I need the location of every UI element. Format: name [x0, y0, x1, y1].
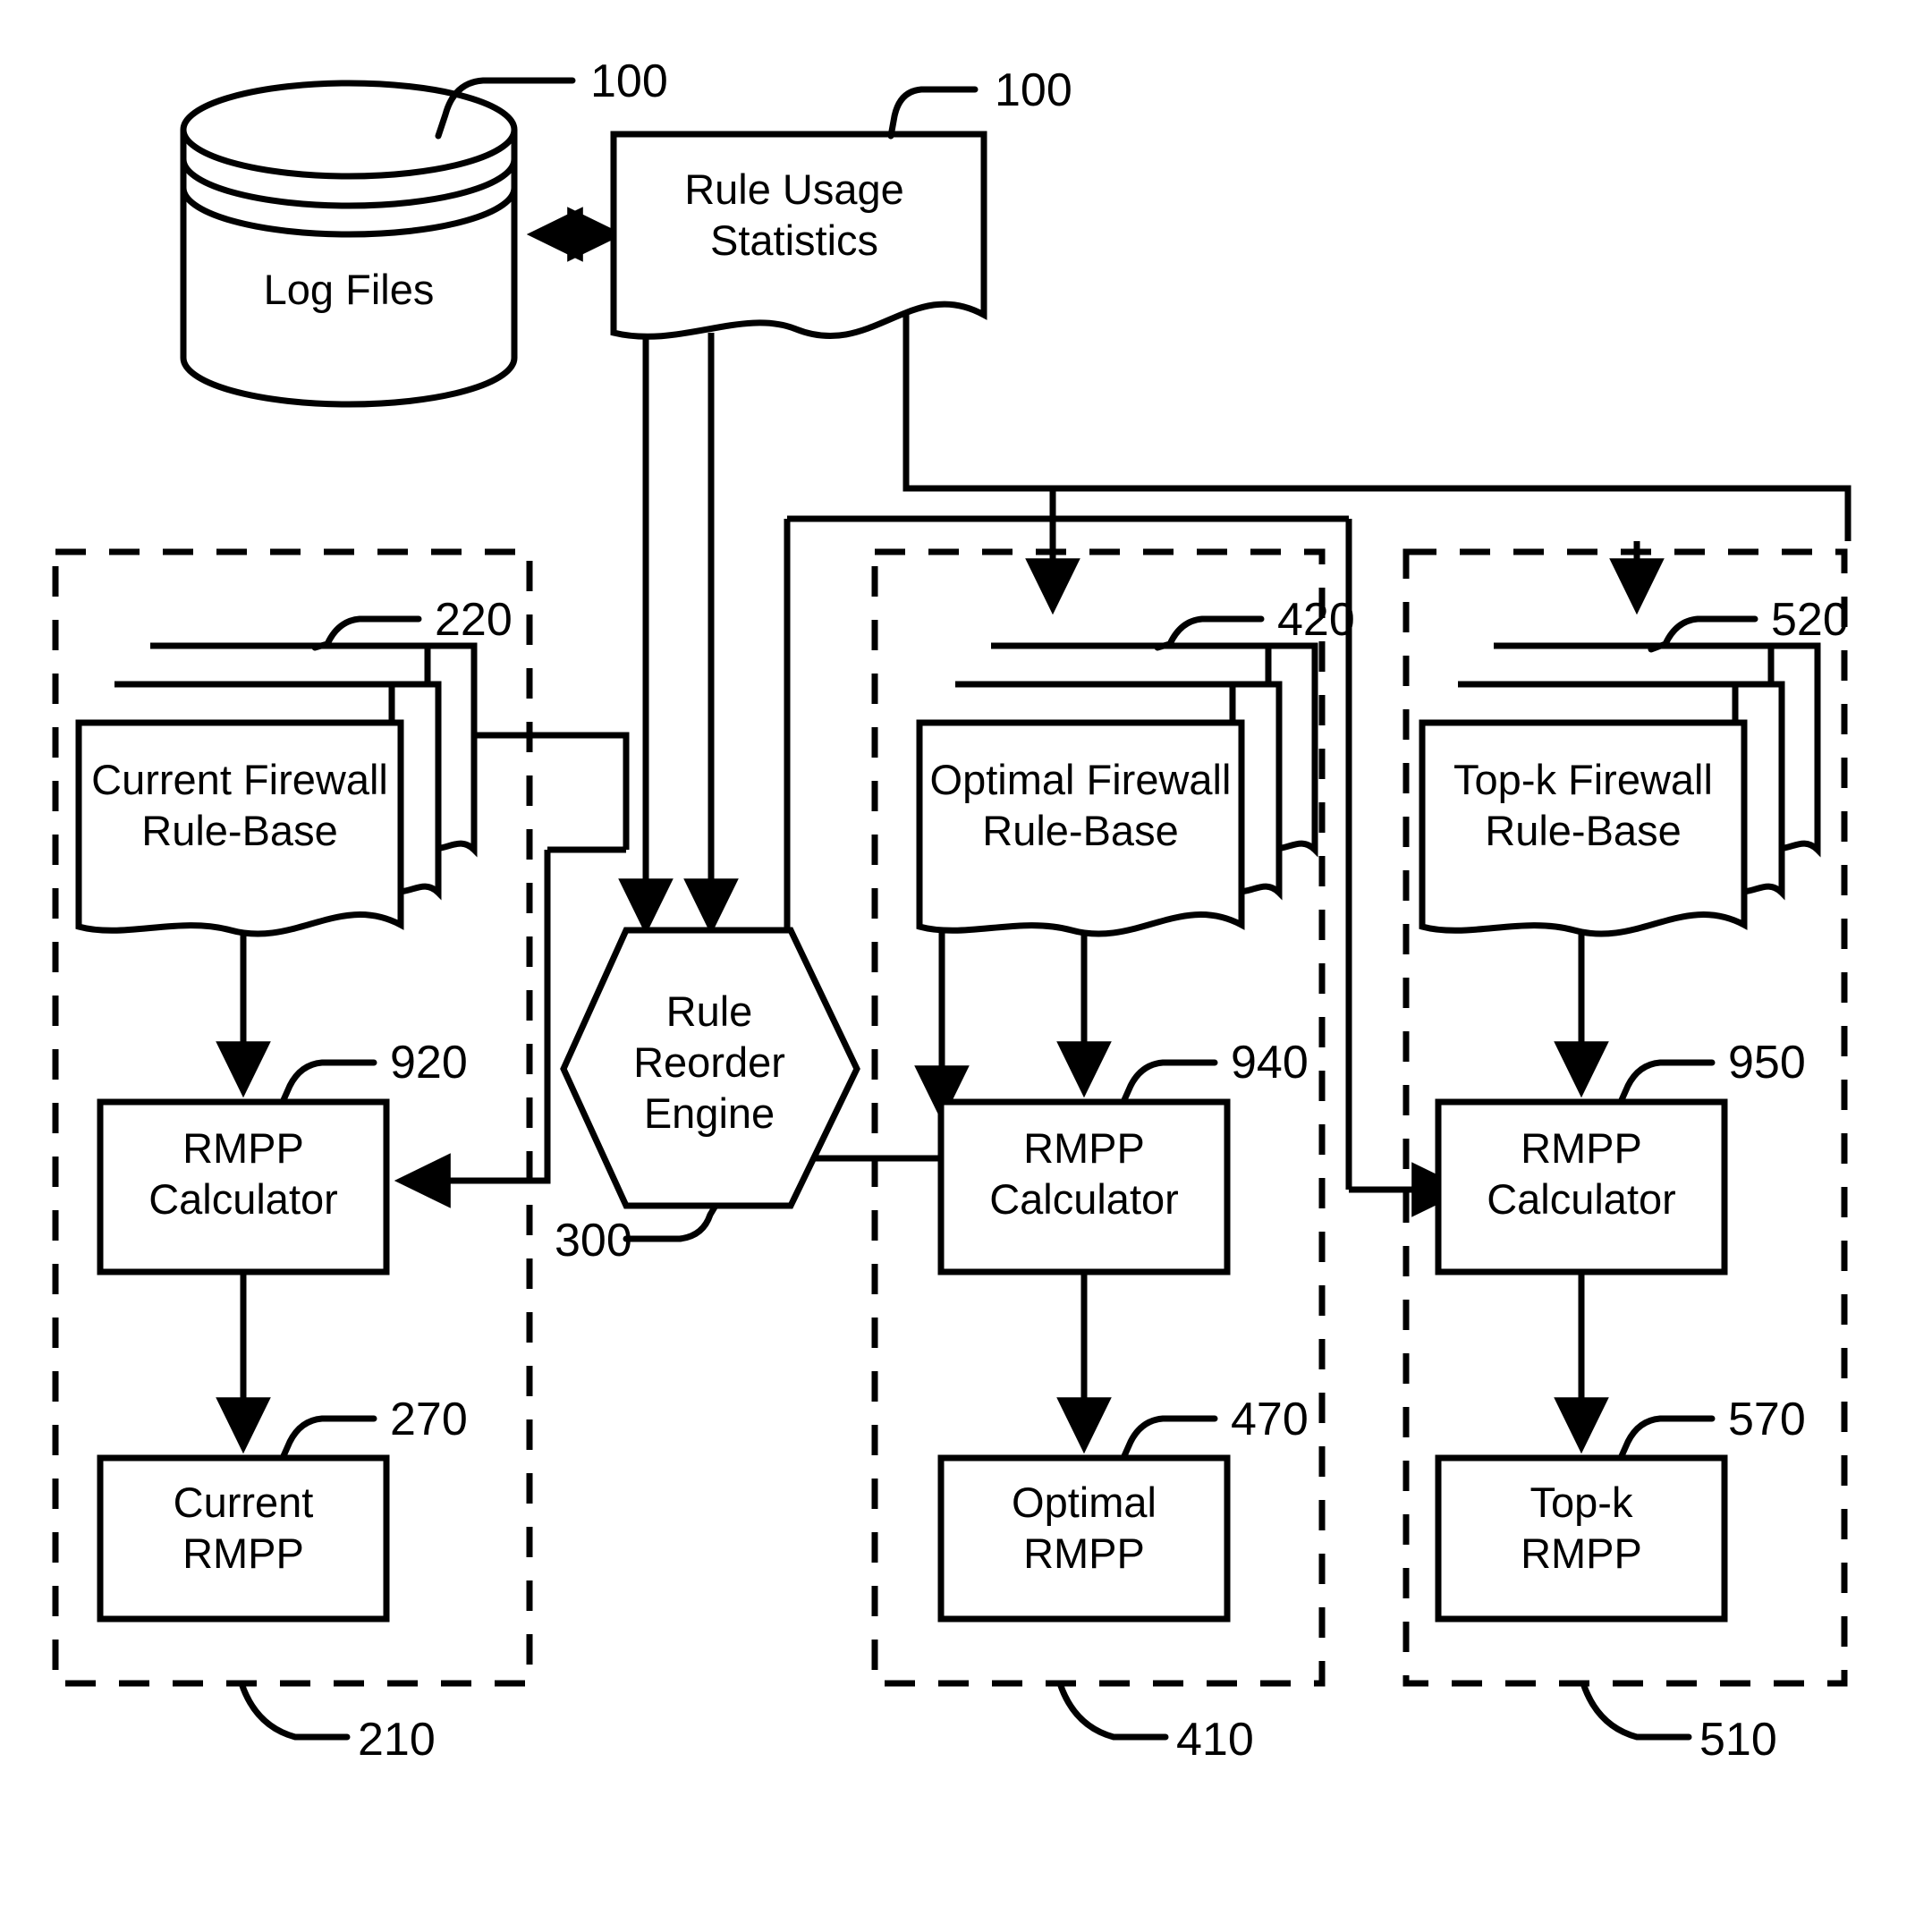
ref-number-220: 220 — [435, 594, 513, 646]
ref-number-100-logfiles: 100 — [590, 55, 668, 107]
ref-leader-300 — [623, 1202, 719, 1242]
ref-number-300: 300 — [555, 1215, 632, 1267]
ref-number-210: 210 — [358, 1714, 436, 1766]
current-rmpp-label-line1: Current — [174, 1479, 314, 1526]
topk-rmpp-calculator-label-line1: RMPP — [1521, 1124, 1642, 1172]
ref-leader-510 — [1580, 1680, 1692, 1741]
ref-leader-920 — [279, 1059, 377, 1106]
ref-leader-410 — [1056, 1680, 1169, 1741]
patent-figure: Log Files 100 Rule Usage Statistics 100 … — [0, 0, 1932, 1915]
rule-reorder-engine-label-line2: Reorder — [633, 1038, 785, 1086]
ref-number-520: 520 — [1771, 594, 1849, 646]
optimal-rmpp-label-line2: RMPP — [1023, 1529, 1145, 1577]
ref-number-940: 940 — [1231, 1037, 1309, 1089]
ref-number-920: 920 — [390, 1037, 468, 1089]
ref-number-270: 270 — [390, 1394, 468, 1445]
diagram-canvas: Log Files 100 Rule Usage Statistics 100 … — [52, 55, 1852, 1766]
optimal-rmpp-calculator-label-line2: Calculator — [989, 1175, 1179, 1223]
current-rmpp-label-line2: RMPP — [182, 1529, 304, 1577]
node-optimal-rmpp: Optimal RMPP — [937, 1454, 1231, 1623]
ref-leader-950 — [1617, 1059, 1716, 1106]
node-rule-usage-statistics: Rule Usage Statistics — [610, 131, 987, 340]
node-optimal-rule-base: Optimal Firewall Rule-Base — [916, 642, 1318, 937]
current-rule-base-label-line2: Rule-Base — [141, 807, 337, 854]
ref-number-420: 420 — [1277, 594, 1355, 646]
node-topk-rmpp-calculator: RMPP Calculator — [1435, 1098, 1728, 1275]
optimal-rule-base-label-line2: Rule-Base — [982, 807, 1178, 854]
log-files-label: Log Files — [264, 266, 435, 313]
ref-leader-570 — [1617, 1415, 1716, 1462]
rule-reorder-engine-label-line3: Engine — [644, 1089, 775, 1137]
node-rule-reorder-engine: Rule Reorder Engine — [560, 927, 860, 1209]
topk-rmpp-calculator-label-line2: Calculator — [1487, 1175, 1676, 1223]
current-rmpp-calculator-label-line2: Calculator — [148, 1175, 338, 1223]
ref-number-470: 470 — [1231, 1394, 1309, 1445]
edge-current-rulebase-to-reorder-a — [465, 732, 630, 850]
ref-leader-270 — [279, 1415, 377, 1462]
node-optimal-rmpp-calculator: RMPP Calculator — [937, 1098, 1231, 1275]
ref-number-100-statistics: 100 — [995, 64, 1072, 116]
ref-number-570: 570 — [1728, 1394, 1806, 1445]
rule-usage-statistics-label-line1: Rule Usage — [684, 165, 904, 213]
node-topk-rmpp: Top-k RMPP — [1435, 1454, 1728, 1623]
ref-leader-100-statistics — [887, 86, 979, 140]
ref-leader-210 — [238, 1680, 351, 1741]
edge-statistics-bus-right — [902, 310, 1852, 541]
node-topk-rule-base: Top-k Firewall Rule-Base — [1419, 642, 1821, 937]
ref-leader-470 — [1120, 1415, 1218, 1462]
topk-rmpp-label-line1: Top-k — [1530, 1479, 1633, 1526]
optimal-rmpp-label-line1: Optimal — [1012, 1479, 1157, 1526]
ref-leader-940 — [1120, 1059, 1218, 1106]
ref-number-950: 950 — [1728, 1037, 1806, 1089]
ref-number-510: 510 — [1699, 1714, 1777, 1766]
rule-reorder-engine-label-line1: Rule — [666, 987, 753, 1035]
node-current-rmpp-calculator: RMPP Calculator — [97, 1098, 390, 1275]
topk-rmpp-label-line2: RMPP — [1521, 1529, 1642, 1577]
optimal-rmpp-calculator-label-line1: RMPP — [1023, 1124, 1145, 1172]
ref-number-410: 410 — [1176, 1714, 1254, 1766]
edge-reorder-to-current-calculator — [394, 850, 551, 1208]
node-current-rule-base: Current Firewall Rule-Base — [75, 642, 478, 937]
current-rmpp-calculator-label-line1: RMPP — [182, 1124, 304, 1172]
node-log-files: Log Files — [180, 80, 518, 408]
optimal-rule-base-label-line1: Optimal Firewall — [930, 756, 1232, 803]
rule-usage-statistics-label-line2: Statistics — [710, 216, 878, 264]
current-rule-base-label-line1: Current Firewall — [91, 756, 388, 803]
topk-rule-base-label-line1: Top-k Firewall — [1453, 756, 1713, 803]
topk-rule-base-label-line2: Rule-Base — [1485, 807, 1681, 854]
node-current-rmpp: Current RMPP — [97, 1454, 390, 1623]
